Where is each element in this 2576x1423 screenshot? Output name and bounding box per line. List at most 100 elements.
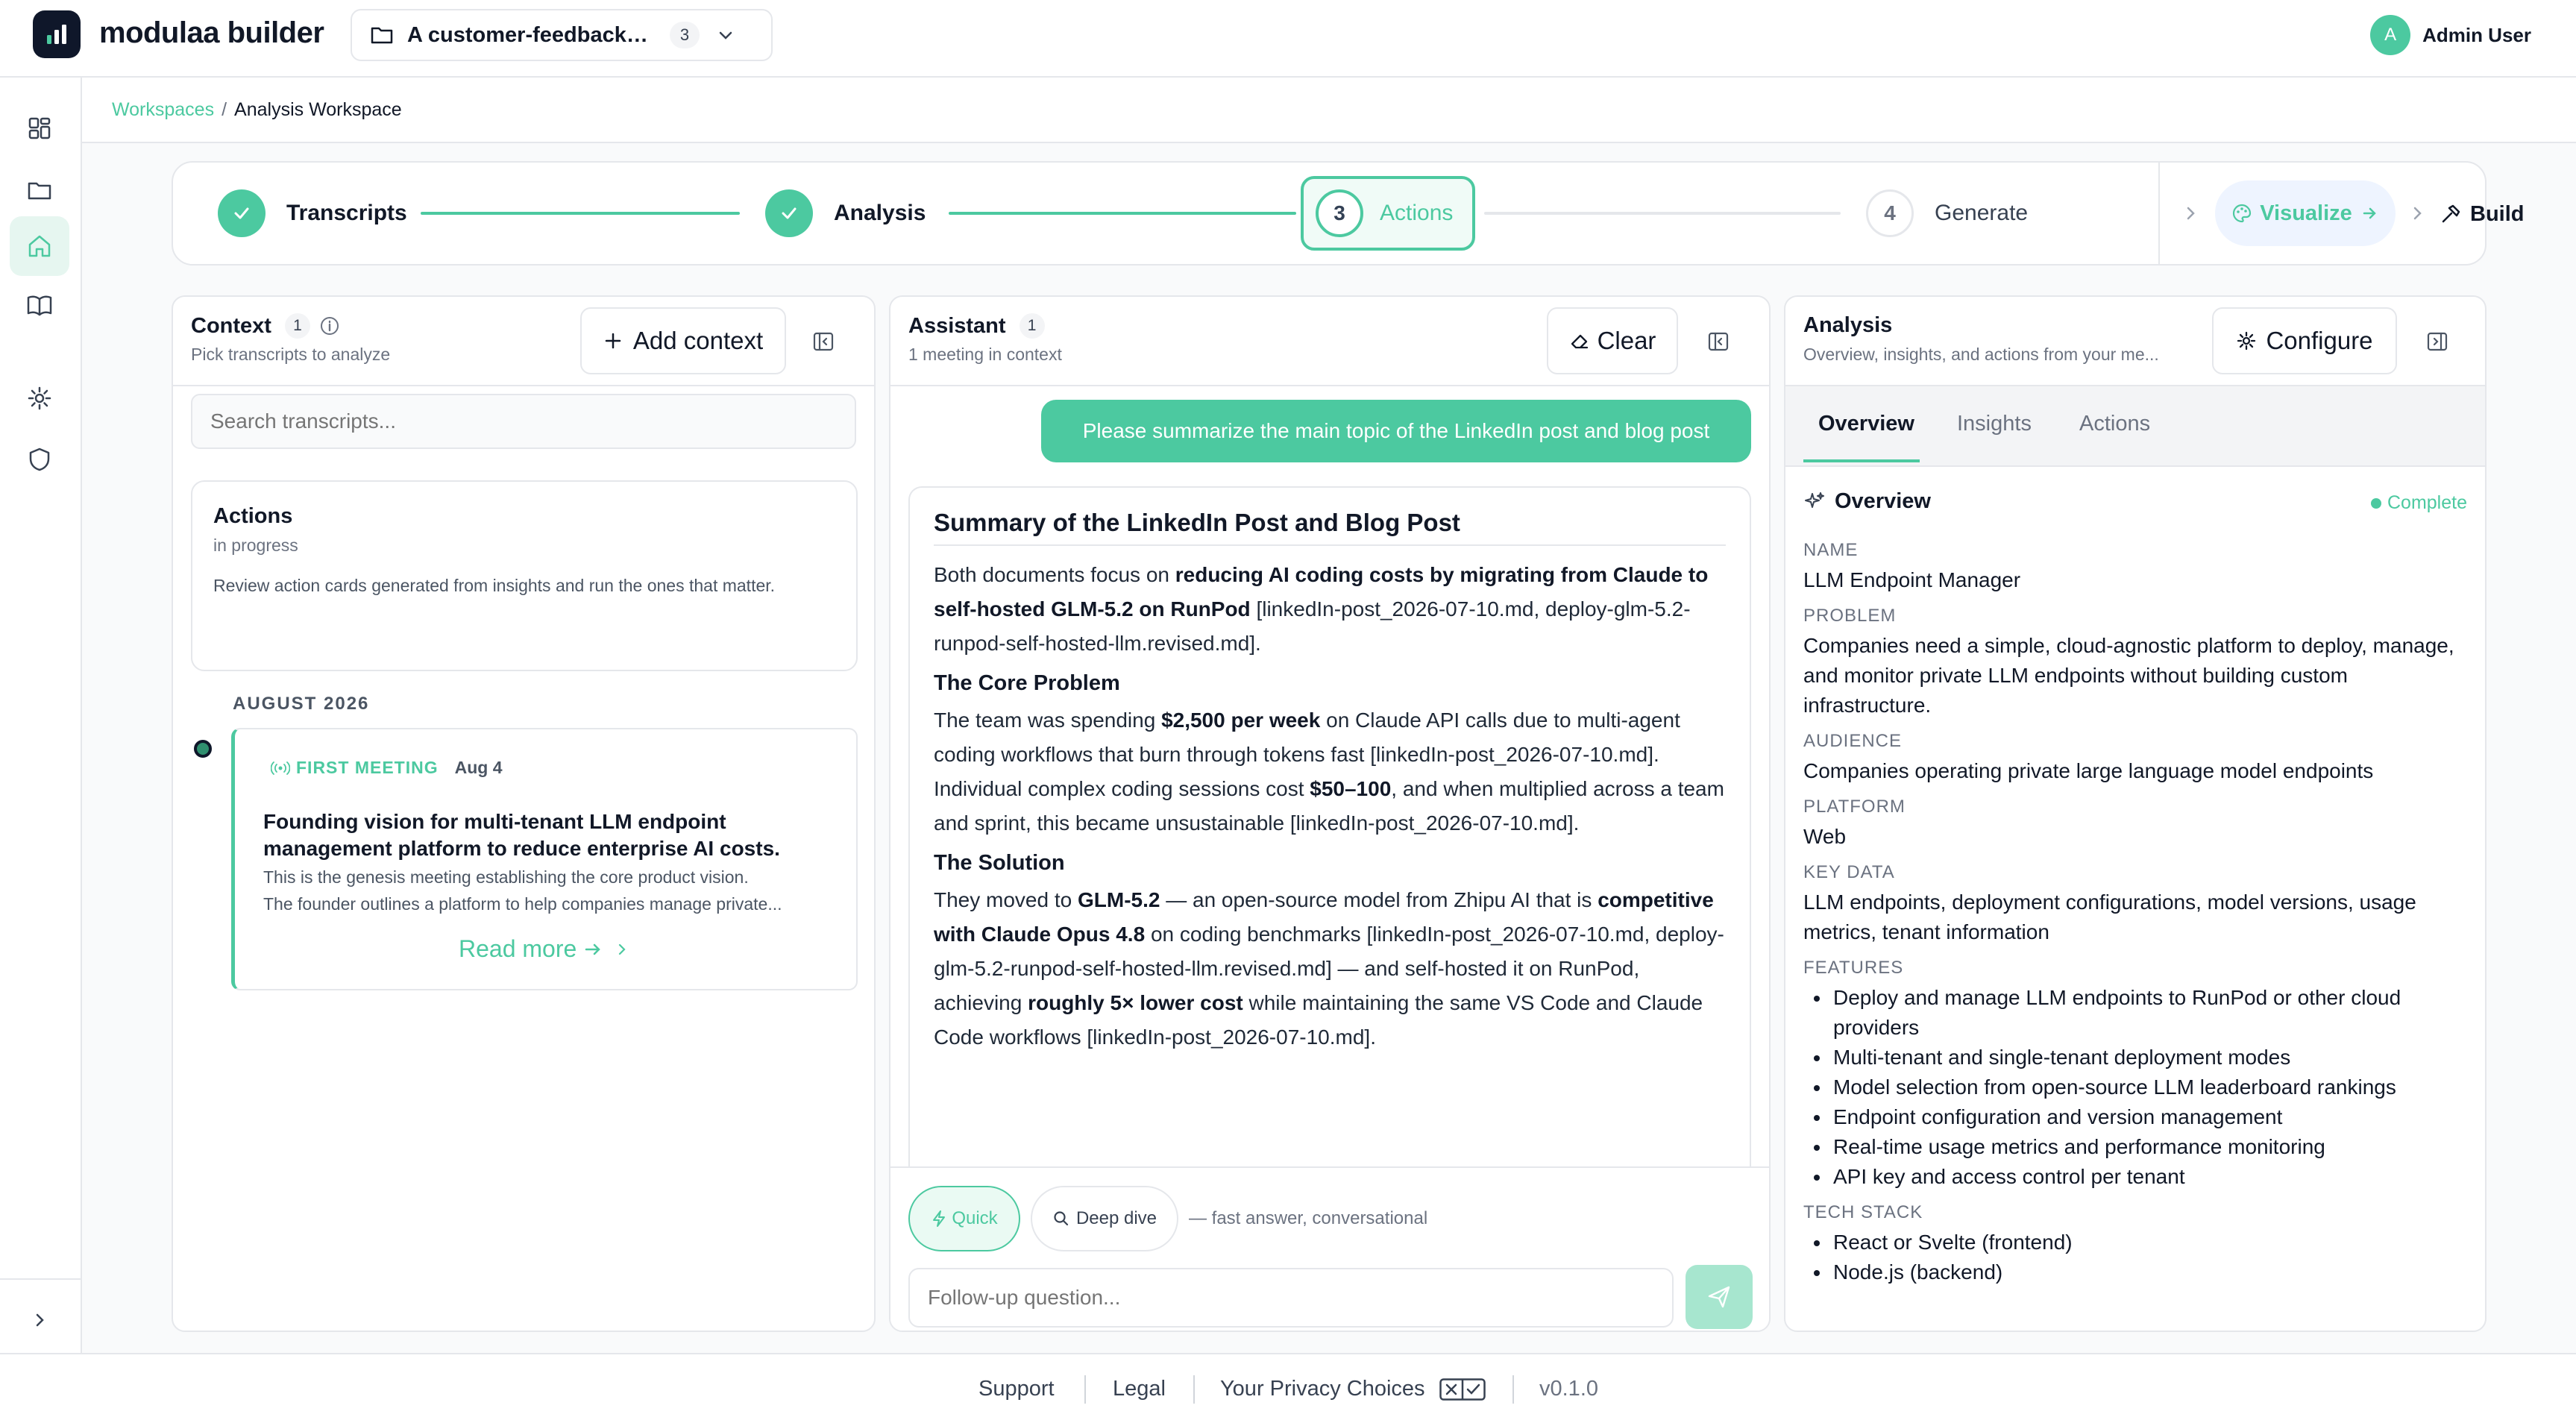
bold-text: GLM-5.2: [1077, 888, 1160, 911]
sidebar-item-settings[interactable]: [10, 368, 69, 428]
add-context-label: Add context: [632, 327, 764, 354]
assistant-title-row: Assistant 1: [908, 313, 1045, 339]
footer-legal-link[interactable]: Legal: [1113, 1377, 1166, 1401]
chevron-down-icon: [719, 31, 732, 40]
clear-button[interactable]: Clear: [1547, 307, 1678, 374]
lightning-icon: [933, 1210, 946, 1227]
list-item: API key and access control per tenant: [1803, 1162, 2469, 1192]
sparkles-icon: [1805, 491, 1824, 508]
project-name: A customer-feedback d...: [407, 22, 653, 47]
visualize-button[interactable]: Visualize: [2215, 180, 2396, 246]
gear-icon: [2237, 331, 2256, 351]
list-item: Node.js (backend): [1803, 1257, 2469, 1287]
status-label: Complete: [2387, 492, 2467, 513]
folder-icon: [28, 182, 51, 200]
meeting-tag-row: FIRST MEETING Aug 4: [271, 758, 503, 778]
info-icon[interactable]: [319, 315, 340, 336]
collapse-right-panel-button[interactable]: [2419, 324, 2455, 359]
bold-text: $50–100: [1310, 777, 1392, 800]
toggle-panel-button[interactable]: [1700, 324, 1736, 359]
tab-insights[interactable]: Insights: [1957, 412, 2032, 436]
field-label: AUDIENCE: [1803, 731, 1903, 751]
field-label: KEY DATA: [1803, 862, 1895, 882]
sidebar: [0, 78, 82, 1353]
step-connector: [1484, 212, 1841, 215]
step-number: 3: [1316, 189, 1363, 237]
tab-actions[interactable]: Actions: [2079, 412, 2150, 436]
quick-mode-button[interactable]: Quick: [908, 1186, 1020, 1251]
deep-dive-label: Deep dive: [1075, 1208, 1157, 1228]
status-card-description: Review action cards generated from insig…: [213, 576, 776, 595]
configure-button[interactable]: Configure: [2212, 307, 2397, 374]
search-transcripts-input[interactable]: [191, 394, 856, 449]
step-number: 4: [1866, 189, 1914, 237]
check-icon: [234, 207, 249, 219]
assistant-count-badge: 1: [1019, 313, 1045, 339]
sidebar-item-security[interactable]: [10, 430, 69, 489]
step-label: Analysis: [834, 201, 926, 225]
status-card-state: in progress: [213, 535, 298, 555]
step-connector: [421, 212, 740, 215]
user-menu[interactable]: A Admin User: [2370, 15, 2531, 55]
arrow-right-icon: [585, 943, 601, 955]
footer-privacy-link[interactable]: Your Privacy Choices: [1220, 1377, 1425, 1401]
composer: Quick Deep dive — fast answer, conversat…: [890, 1166, 1769, 1331]
sidebar-item-dashboard[interactable]: [10, 98, 69, 158]
gear-icon: [28, 386, 51, 410]
status-dot: [2371, 497, 2381, 509]
meeting-date: Aug 4: [454, 758, 503, 777]
user-message-bubble: Please summarize the main topic of the L…: [1041, 400, 1751, 462]
footer-divider: [1193, 1375, 1195, 1404]
footer-support-link[interactable]: Support: [978, 1377, 1055, 1401]
actions-status-card[interactable]: Actions in progress Review action cards …: [191, 480, 858, 671]
folder-icon: [371, 27, 393, 44]
footer-version: v0.1.0: [1539, 1377, 1598, 1401]
app-logo[interactable]: [33, 10, 81, 58]
workflow-stepper: Transcripts Analysis 3 Actions 4 Generat…: [172, 161, 2525, 266]
meeting-card[interactable]: FIRST MEETING Aug 4 Founding vision for …: [231, 728, 858, 990]
breadcrumb-current: Analysis Workspace: [234, 98, 402, 120]
follow-up-input[interactable]: [908, 1268, 1674, 1328]
breadcrumb-workspaces-link[interactable]: Workspaces: [112, 99, 214, 121]
step-actions[interactable]: 3 Actions: [1316, 163, 1453, 264]
plus-icon: [605, 333, 621, 349]
sidebar-item-home[interactable]: [10, 216, 69, 276]
text-run: The team was spending: [934, 709, 1162, 732]
step-analysis[interactable]: Analysis: [765, 163, 926, 264]
overview-content: NAME LLM Endpoint Manager PROBLEM Compan…: [1803, 530, 2469, 1287]
add-context-button[interactable]: Add context: [580, 307, 786, 374]
field-value-platform: Web: [1803, 825, 1847, 848]
panel-toggle-icon: [1708, 332, 1729, 351]
configure-label: Configure: [2266, 327, 2373, 354]
project-selector[interactable]: A customer-feedback d... 3: [351, 9, 773, 61]
collapse-left-panel-button[interactable]: [805, 324, 841, 359]
sidebar-item-docs[interactable]: [10, 276, 69, 336]
field-label: PLATFORM: [1803, 797, 1906, 817]
tab-overview[interactable]: Overview: [1818, 412, 1914, 436]
step-generate[interactable]: 4 Generate: [1866, 163, 2028, 264]
project-count-badge: 3: [670, 22, 700, 48]
chevron-right-icon: [36, 1313, 44, 1327]
response-subheading: The Solution: [934, 851, 1065, 875]
status-badge: Complete: [2371, 492, 2467, 514]
meeting-description: This is the genesis meeting establishing…: [263, 864, 845, 917]
step-complete-indicator: [218, 189, 266, 237]
read-more-link[interactable]: Read more: [459, 935, 627, 963]
active-tab-indicator: [1803, 459, 1920, 462]
build-button[interactable]: Build: [2440, 195, 2525, 233]
step-connector: [949, 212, 1296, 215]
step-label: Transcripts: [286, 201, 407, 225]
chevron-right-icon: [619, 943, 626, 955]
send-button[interactable]: [1686, 1265, 1753, 1329]
list-item: Model selection from open-source LLM lea…: [1803, 1072, 2469, 1102]
list-item: React or Svelte (frontend): [1803, 1228, 2469, 1257]
deep-dive-mode-button[interactable]: Deep dive: [1031, 1186, 1178, 1251]
analysis-title: Analysis: [1803, 313, 1893, 337]
read-more-label: Read more: [459, 935, 577, 962]
top-bar: modulaa builder A customer-feedback d...…: [0, 0, 2576, 78]
features-list: Deploy and manage LLM endpoints to RunPo…: [1803, 983, 2469, 1192]
sidebar-item-folders[interactable]: [10, 161, 69, 221]
step-transcripts[interactable]: Transcripts: [218, 163, 407, 264]
palette-icon: [2233, 204, 2252, 223]
sidebar-expand-button[interactable]: [22, 1302, 58, 1338]
